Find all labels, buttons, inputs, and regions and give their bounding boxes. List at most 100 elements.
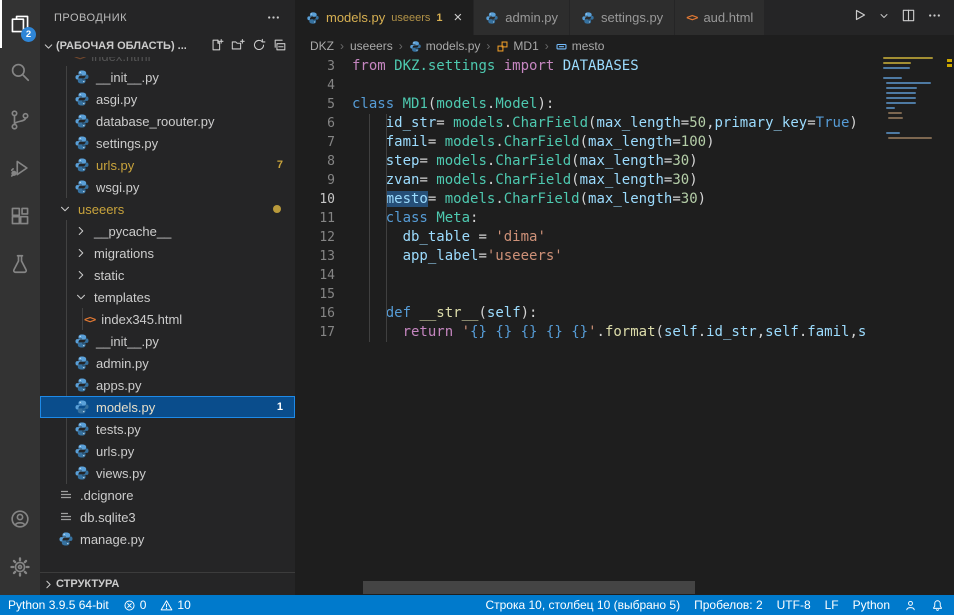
- new-folder-button[interactable]: [231, 38, 245, 55]
- python-icon: [74, 113, 90, 129]
- status-label: UTF-8: [777, 598, 811, 612]
- tree-item-apps.py[interactable]: apps.py: [40, 374, 295, 396]
- tree-item-settings.py[interactable]: settings.py: [40, 132, 295, 154]
- more-actions-button[interactable]: [927, 8, 942, 28]
- code-line-17: 17 return '{} {} {} {} {}'.format(self.i…: [295, 323, 880, 342]
- tab-admin.py[interactable]: admin.py: [474, 0, 570, 35]
- new-file-button[interactable]: [210, 38, 224, 55]
- overview-ruler: [945, 57, 954, 595]
- tab-settings.py[interactable]: settings.py: [570, 0, 675, 35]
- activity-account[interactable]: [0, 495, 40, 543]
- status-error-count[interactable]: 0: [123, 598, 147, 612]
- status-eol[interactable]: LF: [825, 598, 839, 612]
- breadcrumb-item-useeers[interactable]: useeers: [350, 39, 393, 53]
- status-label: 10: [177, 598, 190, 612]
- activity-explorer[interactable]: 2: [0, 0, 40, 48]
- tree-item-models.py[interactable]: models.py1: [40, 396, 295, 418]
- tree-item-label: __pycache__: [94, 224, 171, 239]
- status-warning-count[interactable]: 10: [160, 598, 190, 612]
- tree-item-db.sqlite3[interactable]: db.sqlite3: [40, 506, 295, 528]
- code-editor[interactable]: 3from DKZ.settings import DATABASES45cla…: [295, 57, 880, 342]
- tree-item-database_roouter.py[interactable]: database_roouter.py: [40, 110, 295, 132]
- python-icon: [306, 11, 320, 25]
- tree-item-__init__.py[interactable]: __init__.py: [40, 66, 295, 88]
- tree-item-views.py[interactable]: views.py: [40, 462, 295, 484]
- warning-mark: [947, 59, 952, 62]
- tree-item-static[interactable]: static: [40, 264, 295, 286]
- status-indentation[interactable]: Пробелов: 2: [694, 598, 763, 612]
- status-python-version[interactable]: Python 3.9.5 64-bit: [8, 598, 109, 612]
- warning-mark: [947, 64, 952, 67]
- activity-extensions[interactable]: [0, 192, 40, 240]
- breadcrumb-label: useeers: [350, 39, 393, 53]
- tree-item-templates[interactable]: templates: [40, 286, 295, 308]
- close-icon[interactable]: ×: [454, 10, 463, 25]
- outline-section-header[interactable]: СТРУКТУРА: [40, 572, 295, 595]
- chevron-right-icon: [74, 268, 88, 282]
- python-icon: [74, 157, 90, 173]
- status-feedback[interactable]: [904, 599, 917, 612]
- minimap[interactable]: [880, 57, 945, 595]
- breadcrumb-item-dkz[interactable]: DKZ: [310, 39, 334, 53]
- minimap-line: [883, 67, 910, 69]
- split-editor-button[interactable]: [901, 8, 916, 28]
- code-line-12: 12 db_table = 'dima': [295, 228, 880, 247]
- tree-item-urls.py[interactable]: urls.py7: [40, 154, 295, 176]
- tree-item-label: asgi.py: [96, 92, 137, 107]
- tree-item-label: database_roouter.py: [96, 114, 215, 129]
- activity-search[interactable]: [0, 48, 40, 96]
- more-actions-icon[interactable]: [266, 10, 281, 25]
- breadcrumb-label: DKZ: [310, 39, 334, 53]
- breadcrumb-item-mesto[interactable]: mesto: [555, 39, 605, 53]
- tree-item-label: models.py: [96, 400, 155, 415]
- tree-item-urls.py[interactable]: urls.py: [40, 440, 295, 462]
- breadcrumb-item-md1[interactable]: MD1: [496, 39, 538, 53]
- activity-run-debug[interactable]: [0, 144, 40, 192]
- tree-item-index345.html[interactable]: <>index345.html: [40, 308, 295, 330]
- status-language-mode[interactable]: Python: [853, 598, 890, 612]
- status-bar: Python 3.9.5 64-bit 0 10 Строка 10, столбе…: [0, 595, 954, 615]
- code-line-14: 14: [295, 266, 880, 285]
- minimap-line: [883, 77, 902, 79]
- tree-item-useeers[interactable]: useeers: [40, 198, 295, 220]
- tree-item-label: index345.html: [101, 312, 182, 327]
- breadcrumb-label: mesto: [572, 39, 605, 53]
- refresh-button[interactable]: [252, 38, 266, 55]
- run-dropdown-button[interactable]: [878, 9, 890, 27]
- html-icon: <>: [74, 57, 85, 63]
- tree-item-tests.py[interactable]: tests.py: [40, 418, 295, 440]
- activity-settings-gear[interactable]: [0, 543, 40, 591]
- minimap-line: [888, 137, 932, 139]
- run-button[interactable]: [851, 7, 867, 28]
- tab-models.py[interactable]: models.pyuseeers1×: [295, 0, 474, 35]
- status-encoding[interactable]: UTF-8: [777, 598, 811, 612]
- more-icon: [927, 8, 942, 23]
- tree-item-label: .dcignore: [80, 488, 133, 503]
- horizontal-scrollbar[interactable]: [363, 581, 695, 594]
- breadcrumb-item-models.py[interactable]: models.py: [409, 39, 481, 53]
- chevron-down-icon: [58, 202, 72, 216]
- tree-item-__init__.py[interactable]: __init__.py: [40, 330, 295, 352]
- chevron-down-icon: [74, 290, 88, 304]
- status-label: Пробелов: 2: [694, 598, 763, 612]
- tree-item-asgi.py[interactable]: asgi.py: [40, 88, 295, 110]
- tree-item-__pycache__[interactable]: __pycache__: [40, 220, 295, 242]
- tree-item-manage.py[interactable]: manage.py: [40, 528, 295, 550]
- tree-item-index.html[interactable]: <>index.html: [40, 57, 295, 66]
- activity-testing[interactable]: [0, 240, 40, 288]
- python-icon: [74, 333, 90, 349]
- code-indent-guide: [369, 114, 370, 342]
- activity-source-control[interactable]: [0, 96, 40, 144]
- status-label: Python 3.9.5 64-bit: [8, 598, 109, 612]
- status-notifications[interactable]: [931, 599, 944, 612]
- settings-gear-icon: [9, 556, 31, 578]
- workspace-section-header[interactable]: (РАБОЧАЯ ОБЛАСТЬ) ...: [40, 35, 295, 57]
- tree-item-label: views.py: [96, 466, 146, 481]
- collapse-all-button[interactable]: [273, 38, 287, 55]
- tab-aud.html[interactable]: <>aud.html: [675, 0, 765, 35]
- tree-item-.dcignore[interactable]: .dcignore: [40, 484, 295, 506]
- status-cursor-position[interactable]: Строка 10, столбец 10 (выбрано 5): [485, 598, 680, 612]
- tree-item-migrations[interactable]: migrations: [40, 242, 295, 264]
- tree-item-wsgi.py[interactable]: wsgi.py: [40, 176, 295, 198]
- tree-item-admin.py[interactable]: admin.py: [40, 352, 295, 374]
